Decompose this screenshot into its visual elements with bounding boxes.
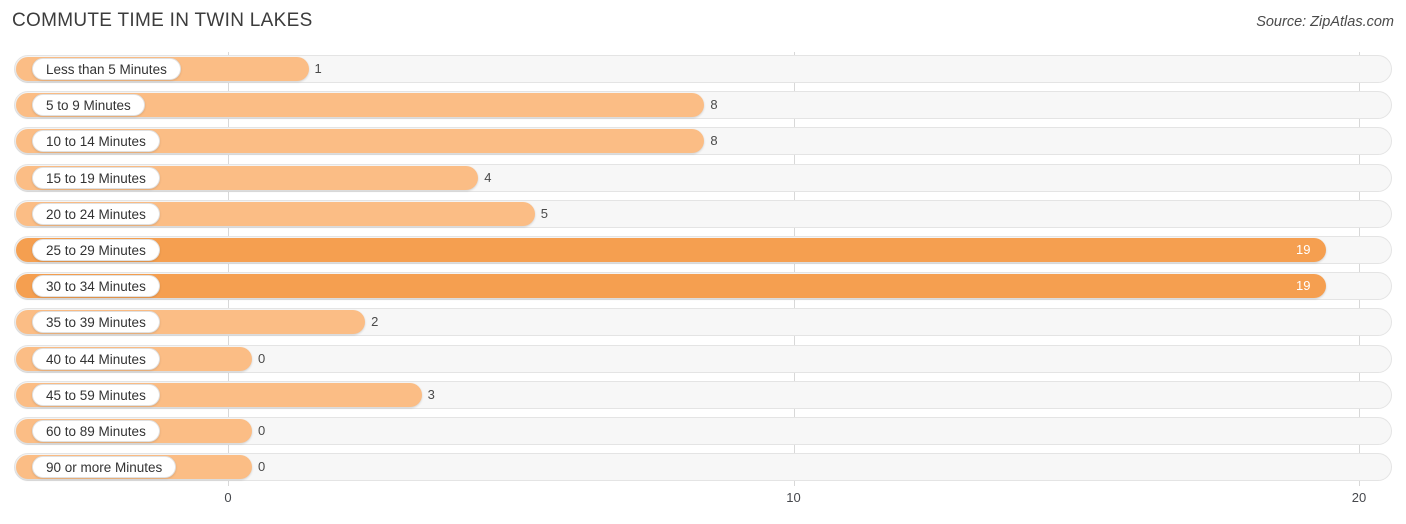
plot-area: Less than 5 Minutes 1 5 to 9 Minutes 8 10 to… xyxy=(0,52,1406,486)
bar-category-label: 5 to 9 Minutes xyxy=(32,94,145,117)
bar-row[interactable]: Less than 5 Minutes 1 xyxy=(14,55,1392,83)
bar-row[interactable]: 40 to 44 Minutes 0 xyxy=(14,344,1392,373)
x-axis-tick-label: 20 xyxy=(1351,490,1367,505)
bar-row[interactable]: 20 to 24 Minutes 5 xyxy=(14,199,1392,228)
x-axis-tick-label: 10 xyxy=(786,490,801,505)
bar-category-label: 45 to 59 Minutes xyxy=(32,383,160,406)
bar-category-label: 35 to 39 Minutes xyxy=(32,311,160,334)
bar-value-label: 19 xyxy=(1295,242,1311,257)
bar-value-label: 0 xyxy=(258,350,266,366)
bar-row[interactable]: 10 to 14 Minutes 8 xyxy=(14,127,1392,156)
bar-row[interactable]: 30 to 34 Minutes 19 xyxy=(14,272,1392,301)
bar-value-label: 8 xyxy=(710,133,718,149)
chart-container: COMMUTE TIME IN TWIN LAKES Source: ZipAt… xyxy=(0,0,1406,524)
bar-category-label: 30 to 34 Minutes xyxy=(32,275,160,298)
bar-category-label: 40 to 44 Minutes xyxy=(32,347,160,370)
x-axis: 0 10 20 xyxy=(0,486,1406,524)
bar-value-label: 4 xyxy=(484,169,492,185)
page-title: COMMUTE TIME IN TWIN LAKES xyxy=(12,10,313,31)
bar-category-label: 20 to 24 Minutes xyxy=(32,202,160,225)
bar-row[interactable]: 90 or more Minutes 0 xyxy=(14,453,1392,482)
bar-row[interactable]: 35 to 39 Minutes 2 xyxy=(14,308,1392,337)
bar-fill xyxy=(16,274,1327,299)
bar-category-label: Less than 5 Minutes xyxy=(32,58,181,80)
bar-value-label: 8 xyxy=(710,97,718,113)
bar-value-label: 5 xyxy=(540,205,548,221)
bar-row[interactable]: 15 to 19 Minutes 4 xyxy=(14,163,1392,192)
source-attribution: Source: ZipAtlas.com xyxy=(1256,14,1394,30)
bar-fill xyxy=(16,238,1327,262)
bar-row[interactable]: 45 to 59 Minutes 3 xyxy=(14,380,1392,409)
bar-category-label: 10 to 14 Minutes xyxy=(32,130,160,153)
bar-value-label: 0 xyxy=(258,459,266,475)
bar-row[interactable]: 5 to 9 Minutes 8 xyxy=(14,91,1392,120)
bar-category-label: 25 to 29 Minutes xyxy=(32,239,160,261)
bar-value-label: 0 xyxy=(258,423,266,438)
bar-value-label: 2 xyxy=(371,314,379,330)
bar-row[interactable]: 25 to 29 Minutes 19 xyxy=(14,236,1392,264)
bar-category-label: 15 to 19 Minutes xyxy=(32,166,160,189)
bar-value-label: 19 xyxy=(1295,278,1311,294)
bar-row[interactable]: 60 to 89 Minutes 0 xyxy=(14,417,1392,445)
bar-value-label: 1 xyxy=(314,61,322,76)
bar-category-label: 60 to 89 Minutes xyxy=(32,420,160,442)
x-axis-tick-label: 0 xyxy=(224,490,232,505)
bar-category-label: 90 or more Minutes xyxy=(32,456,177,479)
bar-value-label: 3 xyxy=(427,386,435,402)
